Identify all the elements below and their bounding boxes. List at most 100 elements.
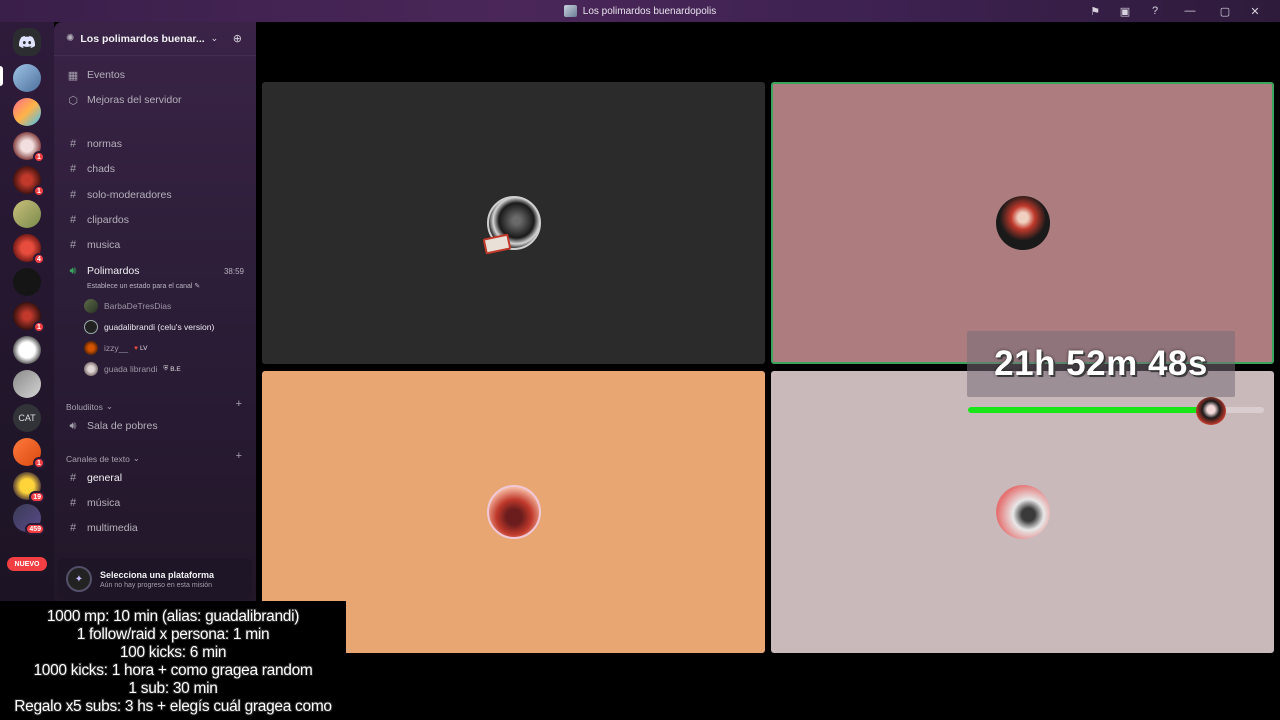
status-hint-text: Establece un estado para el canal bbox=[87, 283, 193, 290]
boost-icon: ⬡ bbox=[68, 94, 78, 107]
voice-user[interactable]: guadalibrandi (celu's version) bbox=[84, 319, 214, 335]
hash-icon: # bbox=[69, 472, 77, 484]
voice-channel-polimardos[interactable]: 🔊︎ Polimardos bbox=[60, 261, 250, 281]
window-title-text: Los polimardos buenardopolis bbox=[582, 5, 717, 17]
hash-icon: # bbox=[69, 189, 77, 201]
voice-channel-sala-de-pobres[interactable]: 🔊︎ Sala de pobres bbox=[60, 416, 250, 436]
channel-clipardos[interactable]: # clipardos bbox=[60, 210, 250, 230]
quest-panel[interactable]: ✦ Selecciona una plataforma Aún no hay p… bbox=[58, 558, 252, 600]
voice-channel-label: Polimardos bbox=[87, 265, 140, 277]
hash-icon: # bbox=[69, 138, 77, 150]
badge: 1 bbox=[33, 151, 45, 163]
guild-name: Los polimardos buenar... bbox=[80, 32, 205, 45]
sidebar-item-label: Eventos bbox=[87, 69, 125, 81]
server-cat[interactable]: CAT bbox=[13, 404, 41, 432]
clan-tag-text: B.E bbox=[170, 365, 181, 373]
server-rail: 1 1 4 1 CAT 1 19 459 NUEVO bbox=[0, 22, 54, 602]
discord-icon bbox=[19, 36, 35, 48]
rule-line: 1 sub: 30 min bbox=[128, 680, 218, 697]
server-12[interactable]: 19 bbox=[13, 472, 45, 503]
category-label: Boludiitos bbox=[66, 401, 103, 412]
community-icon: ✺ bbox=[66, 33, 75, 44]
video-tile-speaking[interactable] bbox=[771, 82, 1274, 364]
server-cat-label: CAT bbox=[18, 413, 36, 423]
channel-label: normas bbox=[87, 138, 123, 150]
server-8[interactable]: 1 bbox=[13, 302, 45, 333]
server-6[interactable]: 4 bbox=[13, 234, 45, 265]
channel-label: clipardos bbox=[87, 214, 130, 226]
server-11[interactable]: 1 bbox=[13, 438, 45, 469]
inbox-icon[interactable]: ▣ bbox=[1110, 0, 1140, 22]
server-icon bbox=[563, 5, 577, 17]
rule-line: 1000 kicks: 1 hora + como gragea random bbox=[33, 662, 313, 679]
flag-icon[interactable]: ⚑ bbox=[1080, 0, 1110, 22]
set-status-hint[interactable]: Establece un estado para el canal ✎ bbox=[87, 282, 200, 290]
progress-fill bbox=[968, 407, 1211, 413]
clan-tag-text: LV bbox=[139, 344, 148, 352]
minimize-icon[interactable]: — bbox=[1170, 0, 1210, 22]
sidebar-item-events[interactable]: ▦ Eventos bbox=[60, 65, 250, 85]
channel-general[interactable]: # general bbox=[60, 468, 250, 488]
channel-label: música bbox=[87, 497, 121, 509]
channel-label: multimedia bbox=[87, 522, 138, 534]
badge: 19 bbox=[29, 491, 45, 503]
add-channel-icon[interactable]: + bbox=[236, 450, 242, 462]
server-4[interactable]: 1 bbox=[13, 166, 45, 197]
voice-user-name: guadalibrandi (celu's version) bbox=[104, 322, 215, 332]
voice-user[interactable]: guada librandi ⛨ B.E bbox=[84, 361, 181, 377]
channel-musica-text[interactable]: # música bbox=[60, 493, 250, 513]
help-icon[interactable]: ? bbox=[1140, 0, 1170, 22]
progress-avatar bbox=[1195, 397, 1226, 425]
rule-line: 1000 mp: 10 min (alias: guadalibrandi) bbox=[46, 608, 300, 625]
voice-user[interactable]: izzy__ ♥ LV bbox=[84, 340, 147, 356]
channel-chads[interactable]: # chads bbox=[60, 159, 250, 179]
invite-icon[interactable]: ⊕ bbox=[233, 32, 242, 45]
voice-timer: 38:59 bbox=[223, 267, 244, 276]
title-bar: Los polimardos buenardopolis ⚑ ▣ ? — ▢ ✕ bbox=[0, 0, 1280, 22]
quest-subtitle: Aún no hay progreso en esta misión bbox=[100, 581, 213, 589]
voice-user[interactable]: BarbaDeTresDias bbox=[84, 298, 171, 314]
video-tile[interactable] bbox=[262, 82, 765, 364]
sidebar-item-boosts[interactable]: ⬡ Mejoras del servidor bbox=[60, 90, 250, 110]
speaker-icon: 🔊︎ bbox=[69, 419, 77, 432]
voice-user-name: BarbaDeTresDias bbox=[104, 301, 172, 311]
avatar bbox=[995, 485, 1050, 539]
channel-musica[interactable]: # musica bbox=[60, 235, 250, 255]
close-icon[interactable]: ✕ bbox=[1240, 0, 1270, 22]
server-polimardos[interactable] bbox=[13, 64, 41, 92]
clan-tag: ♥ LV bbox=[134, 345, 147, 352]
sidebar-item-label: Mejoras del servidor bbox=[87, 94, 182, 106]
channel-label: general bbox=[87, 472, 123, 484]
voice-user-name: izzy__ bbox=[104, 343, 129, 353]
server-folder[interactable]: 459 bbox=[13, 504, 45, 535]
guild-header[interactable]: ✺ Los polimardos buenar... ⌄ ⊕ bbox=[54, 22, 256, 56]
countdown-text: 21h 52m 48s bbox=[994, 344, 1208, 383]
category-canales-de-texto[interactable]: Canales de texto ⌄ bbox=[66, 453, 140, 464]
channel-solo-moderadores[interactable]: # solo-moderadores bbox=[60, 185, 250, 205]
badge: 1 bbox=[33, 321, 45, 333]
discord-home-button[interactable] bbox=[13, 28, 41, 56]
voice-user-name: guada librandi bbox=[104, 364, 158, 374]
hash-icon: # bbox=[69, 497, 77, 509]
server-7[interactable] bbox=[13, 268, 41, 296]
heart-icon: ♥ bbox=[134, 344, 138, 352]
window-title: Los polimardos buenardopolis bbox=[563, 5, 717, 17]
server-3[interactable]: 1 bbox=[13, 132, 45, 163]
avatar bbox=[84, 341, 98, 355]
server-5[interactable] bbox=[13, 200, 41, 228]
add-channel-icon[interactable]: + bbox=[236, 398, 242, 410]
new-badge[interactable]: NUEVO bbox=[7, 557, 47, 571]
channel-multimedia[interactable]: # multimedia bbox=[60, 518, 250, 538]
maximize-icon[interactable]: ▢ bbox=[1210, 0, 1240, 22]
server-2[interactable] bbox=[13, 98, 41, 126]
badge: 1 bbox=[33, 457, 45, 469]
hash-icon: # bbox=[69, 239, 77, 251]
avatar bbox=[84, 362, 98, 376]
badge: 459 bbox=[25, 523, 45, 535]
speaker-icon: 🔊︎ bbox=[69, 264, 77, 277]
category-boludiitos[interactable]: Boludiitos ⌄ bbox=[66, 401, 113, 412]
badge-icon: ⛨ bbox=[163, 365, 169, 372]
server-9[interactable] bbox=[13, 336, 41, 364]
channel-normas[interactable]: # normas bbox=[60, 134, 250, 154]
server-10[interactable] bbox=[13, 370, 41, 398]
